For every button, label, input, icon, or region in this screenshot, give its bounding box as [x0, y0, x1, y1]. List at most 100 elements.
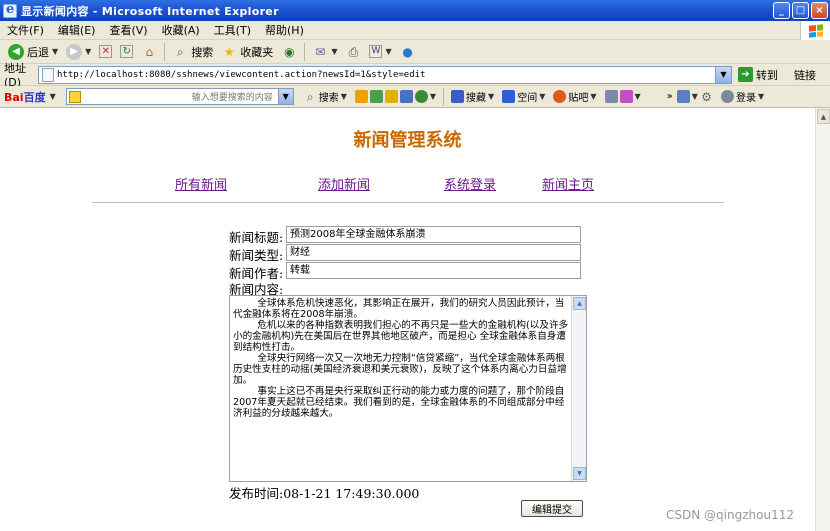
baidu-bookmark-button[interactable]: 搜藏 ▼ [447, 89, 498, 104]
star-icon: ★ [223, 44, 235, 59]
close-button[interactable]: × [811, 2, 828, 19]
type-field[interactable]: 财经 [286, 244, 581, 261]
nav-all-news[interactable]: 所有新闻 [175, 174, 227, 193]
refresh-button[interactable]: ↻ [116, 41, 137, 63]
title-label: 新闻标题: [229, 230, 284, 245]
messenger-icon: ● [402, 44, 413, 59]
address-bar: 地址(D) http://localhost:8080/sshnews/view… [0, 62, 830, 89]
standard-toolbar: ◀ 后退 ▼ ▶ ▼ ✕ ↻ ⌂ ⌕ 搜索 ★ 收藏夹 ◉ ✉ ▼ ⎙ W ▼ … [0, 40, 830, 64]
edit-button[interactable]: W ▼ [365, 41, 395, 63]
minimize-button[interactable]: _ [773, 2, 790, 19]
calendar-icon [399, 90, 413, 103]
nav-login[interactable]: 系统登录 [444, 174, 496, 193]
title-bar: 显示新闻内容 - Microsoft Internet Explorer _ □… [0, 0, 830, 21]
chevron-down-icon: ▼ [85, 47, 92, 56]
menu-view[interactable]: 查看(V) [102, 22, 154, 38]
favorites-label: 收藏夹 [240, 45, 274, 59]
edit-submit-button[interactable]: 编辑提交 [521, 500, 583, 517]
back-arrow-icon: ◀ [8, 43, 24, 60]
nav-news-home[interactable]: 新闻主页 [542, 174, 594, 193]
menu-file[interactable]: 文件(F) [0, 22, 51, 38]
baidu-settings[interactable]: ▼ ⚙ [673, 89, 717, 105]
baidu-extras[interactable]: ▼ [601, 90, 645, 103]
chevron-down-icon: ▼ [691, 92, 698, 101]
home-button[interactable]: ⌂ [137, 41, 161, 63]
mail-icon: ✉ [315, 44, 326, 59]
chevron-down-icon[interactable]: ▼ [277, 89, 293, 104]
chevron-down-icon: ▼ [340, 92, 347, 101]
scroll-up-icon[interactable]: ▲ [817, 109, 830, 124]
chevron-down-icon: ▼ [385, 47, 392, 56]
baidu-search-placeholder: 输入想要搜索的内容 [191, 93, 273, 103]
windows-logo-icon [800, 21, 830, 40]
nav-add-news[interactable]: 添加新闻 [318, 174, 370, 193]
site-title: 新闻管理系统 [353, 130, 462, 151]
baidu-search-button[interactable]: ⌕ 搜索 ▼ [300, 89, 351, 105]
baidu-tools[interactable]: ▼ [351, 90, 440, 103]
stop-icon: ✕ [99, 45, 113, 58]
menu-tools[interactable]: 工具(T) [207, 22, 258, 38]
ie-icon [3, 2, 17, 18]
chevron-down-icon[interactable]: ▼ [50, 92, 56, 101]
author-field[interactable]: 转载 [286, 262, 581, 279]
go-button[interactable]: ➔ 转到 [738, 67, 778, 83]
window-title: 显示新闻内容 - Microsoft Internet Explorer [21, 4, 279, 18]
scroll-up-icon[interactable]: ▲ [573, 297, 586, 310]
menu-edit[interactable]: 编辑(E) [51, 22, 103, 38]
chevron-down-icon: ▼ [590, 92, 597, 101]
type-label: 新闻类型: [229, 248, 284, 263]
menu-favorites[interactable]: 收藏(A) [155, 22, 207, 38]
translate-icon [604, 90, 618, 103]
title-field[interactable]: 预测2008年全球金融体系崩溃 [286, 226, 581, 243]
url-text[interactable]: http://localhost:8080/sshnews/viewconten… [57, 70, 425, 80]
baidu-login-button[interactable]: 登录 ▼ [717, 89, 768, 104]
baidu-space-button[interactable]: 空间 ▼ [498, 89, 549, 104]
baidu-tieba-label: 贴吧 [568, 93, 589, 104]
content-text[interactable]: 全球体系危机快速恶化，其影响正在展开，我们的研究人员因此预计，当代金融体系将在2… [231, 297, 571, 480]
baidu-search-input[interactable]: 输入想要搜索的内容 ▼ [65, 88, 294, 105]
globe-icon [414, 90, 428, 103]
links-button[interactable]: 链接 [794, 67, 816, 83]
content-textarea[interactable]: 全球体系危机快速恶化，其影响正在展开，我们的研究人员因此预计，当代金融体系将在2… [229, 295, 587, 482]
baidu-search-label: 搜索 [318, 93, 339, 104]
watermark: CSDN @qingzhou112 [666, 508, 794, 522]
favorites-button[interactable]: ★ 收藏夹 [217, 41, 277, 63]
messenger-button[interactable]: ● [396, 41, 420, 63]
media-button[interactable]: ◉ [277, 41, 301, 63]
divider [92, 202, 724, 203]
maximize-button[interactable]: □ [792, 2, 809, 19]
tieba-icon [553, 90, 567, 103]
back-label: 后退 [27, 45, 49, 59]
mail-button[interactable]: ✉ ▼ [308, 41, 341, 63]
search-button[interactable]: ⌕ 搜索 [168, 41, 217, 63]
bookmark-icon [451, 90, 465, 103]
toolbar-divider [304, 42, 306, 61]
go-arrow-icon: ➔ [738, 67, 753, 82]
chevron-down-icon: ▼ [331, 47, 338, 56]
media-icon: ◉ [284, 44, 295, 59]
stop-button[interactable]: ✕ [95, 41, 116, 63]
go-label: 转到 [756, 68, 778, 82]
menu-bar: 文件(F) 编辑(E) 查看(V) 收藏(A) 工具(T) 帮助(H) [0, 21, 830, 40]
search-icon: ⌕ [176, 44, 184, 59]
baidu-toolbar: Bai百度 ▼ 输入想要搜索的内容 ▼ ⌕ 搜索 ▼ ▼ 搜藏 ▼ 空间 ▼ 贴… [0, 86, 830, 108]
page-icon [42, 67, 54, 82]
page-content: 新闻管理系统 所有新闻 添加新闻 系统登录 新闻主页 新闻标题: 预测2008年… [0, 108, 815, 531]
space-icon [502, 90, 516, 103]
chevron-down-icon[interactable]: ▼ [715, 66, 731, 83]
gear-icon: ⚙ [701, 89, 712, 104]
textarea-scrollbar[interactable]: ▲ ▼ [571, 296, 586, 481]
emoji-icon [619, 90, 633, 103]
scroll-down-icon[interactable]: ▼ [573, 467, 586, 480]
address-input[interactable]: http://localhost:8080/sshnews/viewconten… [38, 65, 732, 84]
news-icon [384, 90, 398, 103]
page-scrollbar[interactable]: ▲ [815, 108, 830, 531]
baidu-tieba-button[interactable]: 贴吧 ▼ [549, 89, 600, 104]
baidu-logo[interactable]: Bai百度 [0, 89, 46, 105]
print-button[interactable]: ⎙ [341, 41, 365, 63]
baidu-login-label: 登录 [735, 93, 756, 104]
menu-help[interactable]: 帮助(H) [258, 22, 311, 38]
chevron-down-icon: ▼ [757, 92, 765, 101]
chevron-down-icon: ▼ [488, 92, 495, 101]
forward-button[interactable]: ▶ ▼ [62, 41, 95, 63]
